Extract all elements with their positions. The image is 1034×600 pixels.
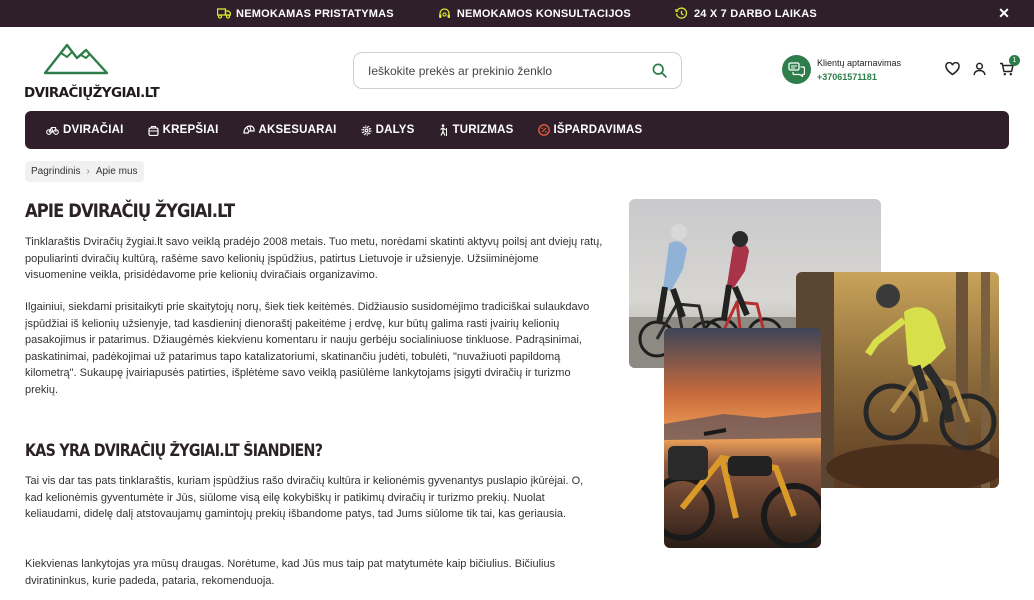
headset-icon (438, 7, 452, 20)
sale-icon (537, 124, 550, 136)
search-input[interactable]: Ieškokite prekės ar prekinio ženklo (368, 64, 652, 78)
nav-label: DVIRAČIAI (63, 124, 124, 136)
page-title: APIE DVIRAČIŲ ŽYGIAI.LT (25, 200, 235, 222)
heart-icon[interactable] (944, 61, 960, 77)
nav-label: KREPŠIAI (162, 124, 219, 136)
announcement-label: NEMOKAMAS PRISTATYMAS (236, 7, 394, 20)
header-icons: 1 (933, 55, 1020, 77)
nav-item-sale[interactable]: IŠPARDAVIMAS (537, 124, 643, 136)
bikepacking-sunset-photo (664, 328, 821, 548)
breadcrumb-home[interactable]: Pagrindinis (31, 166, 80, 177)
mountain-logo-icon (43, 43, 109, 75)
cart-icon[interactable]: 1 (998, 55, 1020, 77)
logo-text: DVIRAČIŲŽYGIAI.LT (24, 85, 160, 101)
search-bar[interactable]: Ieškokite prekės ar prekinio ženklo (353, 52, 682, 89)
clock-icon (675, 7, 689, 20)
announcement-free-consultation: NEMOKAMOS KONSULTACIJOS (438, 8, 631, 20)
announcement-free-delivery: NEMOKAMAS PRISTATYMAS (217, 8, 394, 20)
bag-icon (147, 125, 159, 136)
today-paragraph: Tai vis dar tas pats tinklaraštis, kuria… (25, 475, 584, 520)
site-logo[interactable]: DVIRAČIŲŽYGIAI.LT (24, 41, 160, 101)
mountain-biker-photo (796, 272, 999, 488)
nav-label: IŠPARDAVIMAS (553, 124, 643, 136)
bike-icon (46, 125, 59, 135)
nav-label: TURIZMAS (452, 124, 514, 136)
gear-icon (360, 124, 372, 136)
breadcrumb: Pagrindinis › Apie mus (25, 161, 144, 182)
breadcrumb-current: Apie mus (95, 166, 138, 177)
helmet-icon (242, 125, 255, 135)
nav-label: AKSESUARAI (258, 124, 337, 136)
support-label: Klientų aptarnavimas (817, 57, 902, 68)
history-paragraph: Ilgainiui, siekdami prisitaikyti prie sk… (25, 301, 590, 396)
nav-item-bikes[interactable]: DVIRAČIAI (46, 124, 124, 136)
announcement-bar: NEMOKAMAS PRISTATYMAS NEMOKAMOS KONSULTA… (0, 0, 1034, 27)
nav-item-accessories[interactable]: AKSESUARAI (242, 124, 337, 136)
chevron-right-icon: › (86, 166, 90, 177)
main-nav: DVIRAČIAI KREPŠIAI AKSESUARAI DALYS TURI… (25, 111, 1009, 149)
user-icon[interactable] (971, 61, 987, 77)
nav-label: DALYS (375, 124, 415, 136)
close-icon[interactable]: ✕ (998, 6, 1010, 20)
cart-count-badge: 1 (1009, 55, 1020, 66)
announcement-working-hours: 24 X 7 DARBO LAIKAS (675, 7, 817, 20)
nav-item-parts[interactable]: DALYS (360, 124, 415, 136)
intro-paragraph: Tinklaraštis Dviračių žygiai.lt savo vei… (25, 236, 603, 281)
section-heading: KAS YRA DVIRAČIŲ ŽYGIAI.LT ŠIANDIEN? (25, 441, 323, 460)
truck-icon (217, 8, 232, 20)
customer-support[interactable]: Klientų aptarnavimas +37061571181 (782, 55, 901, 84)
hiker-icon (438, 124, 448, 136)
announcement-label: 24 X 7 DARBO LAIKAS (693, 7, 817, 20)
announcement-label: NEMOKAMOS KONSULTACIJOS (456, 7, 631, 20)
site-header: DVIRAČIŲŽYGIAI.LT Ieškokite prekės ar pr… (0, 27, 1034, 112)
search-icon[interactable] (652, 63, 667, 78)
support-phone[interactable]: +37061571181 (817, 72, 901, 82)
community-paragraph: Kiekvienas lankytojas yra mūsų draugas. … (25, 558, 556, 587)
chat-icon (782, 55, 811, 84)
nav-item-bags[interactable]: KREPŠIAI (147, 124, 219, 136)
nav-item-tourism[interactable]: TURIZMAS (438, 124, 513, 136)
